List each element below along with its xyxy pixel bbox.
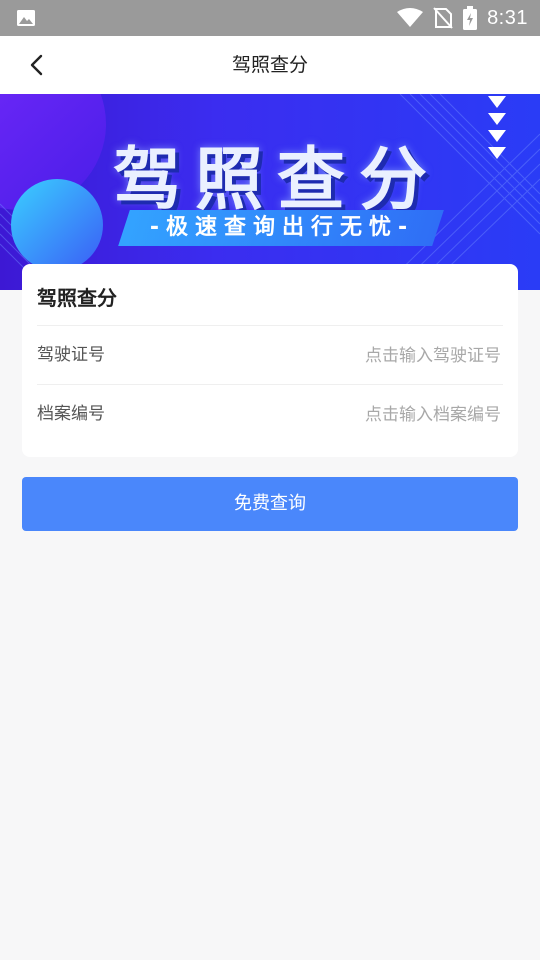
- free-query-button[interactable]: 免费查询: [22, 477, 518, 531]
- gallery-icon: [17, 10, 35, 26]
- status-time: 8:31: [487, 6, 528, 29]
- status-bar: 8:31: [0, 0, 540, 36]
- no-sim-icon: [433, 7, 453, 29]
- file-number-row: 档案编号: [37, 384, 503, 443]
- wifi-icon: [397, 8, 424, 27]
- form-title: 驾照查分: [37, 286, 117, 310]
- file-number-label: 档案编号: [37, 404, 105, 424]
- battery-icon: [463, 6, 478, 30]
- query-form-card: 驾照查分 驾驶证号 档案编号: [22, 264, 518, 457]
- license-number-row: 驾驶证号: [37, 325, 503, 384]
- banner-title: 驾照查分: [112, 141, 441, 220]
- header: 驾照查分: [0, 36, 540, 94]
- banner: 驾照查分 -极速查询出行无忧-: [0, 94, 540, 290]
- file-number-input[interactable]: [239, 395, 503, 435]
- page-title: 驾照查分: [231, 54, 308, 76]
- license-number-input[interactable]: [239, 336, 503, 376]
- license-number-label: 驾驶证号: [37, 345, 105, 365]
- banner-subtitle: -极速查询出行无忧-: [149, 215, 415, 240]
